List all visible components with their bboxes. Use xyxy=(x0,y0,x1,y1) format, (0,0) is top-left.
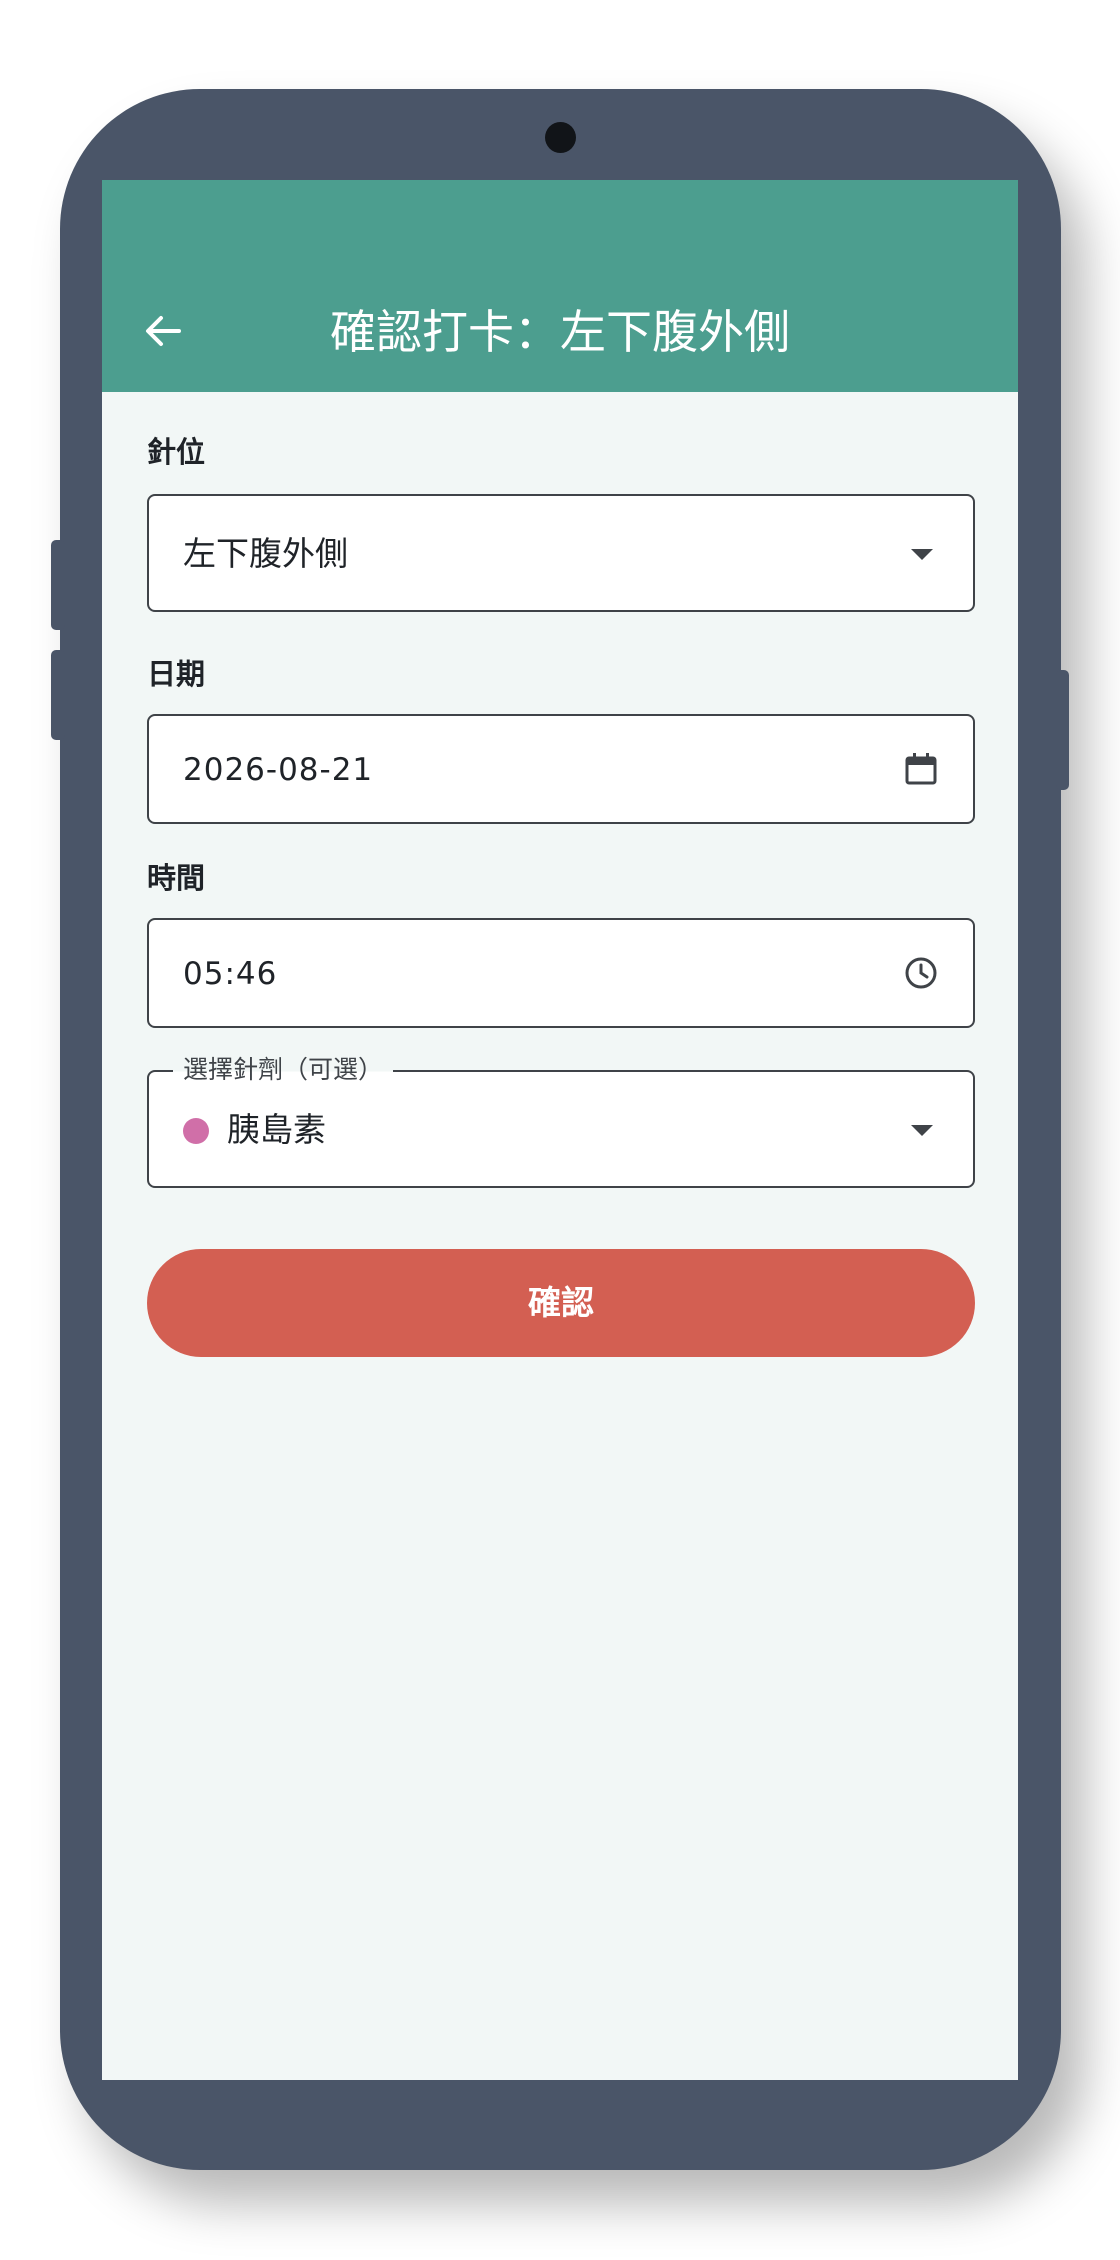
medication-select[interactable]: 選擇針劑（可選） 胰島素 xyxy=(147,1054,975,1188)
arrow-left-icon xyxy=(146,316,181,346)
dropdown-caret-icon xyxy=(911,1125,933,1136)
site-select[interactable]: 左下腹外側 xyxy=(147,494,975,612)
dropdown-caret-icon xyxy=(911,549,933,560)
power-button xyxy=(1056,670,1069,790)
time-label: 時間 xyxy=(147,861,206,895)
volume-down-button xyxy=(51,650,65,740)
medication-value: 胰島素 xyxy=(227,1110,326,1149)
date-field[interactable]: 2026-08-21 xyxy=(147,714,975,824)
calendar-icon[interactable] xyxy=(903,751,939,787)
clock-icon[interactable] xyxy=(903,955,939,991)
site-label: 針位 xyxy=(147,435,206,469)
back-button[interactable] xyxy=(138,306,188,356)
site-value: 左下腹外側 xyxy=(183,534,348,573)
page-title: 確認打卡：左下腹外側 xyxy=(330,305,790,359)
date-label: 日期 xyxy=(147,657,206,691)
front-camera xyxy=(545,122,576,153)
time-value: 05:46 xyxy=(183,956,278,992)
app-bar: 確認打卡：左下腹外側 xyxy=(102,180,1018,392)
time-field[interactable]: 05:46 xyxy=(147,918,975,1028)
volume-up-button xyxy=(51,540,65,630)
confirm-button[interactable]: 確認 xyxy=(147,1249,975,1357)
date-value: 2026-08-21 xyxy=(183,752,374,788)
medication-color-dot xyxy=(183,1118,209,1144)
app-screen: 確認打卡：左下腹外側 針位 左下腹外側 日期 2026-08-21 時間 05:… xyxy=(102,180,1018,2080)
medication-label: 選擇針劑（可選） xyxy=(173,1054,394,1086)
